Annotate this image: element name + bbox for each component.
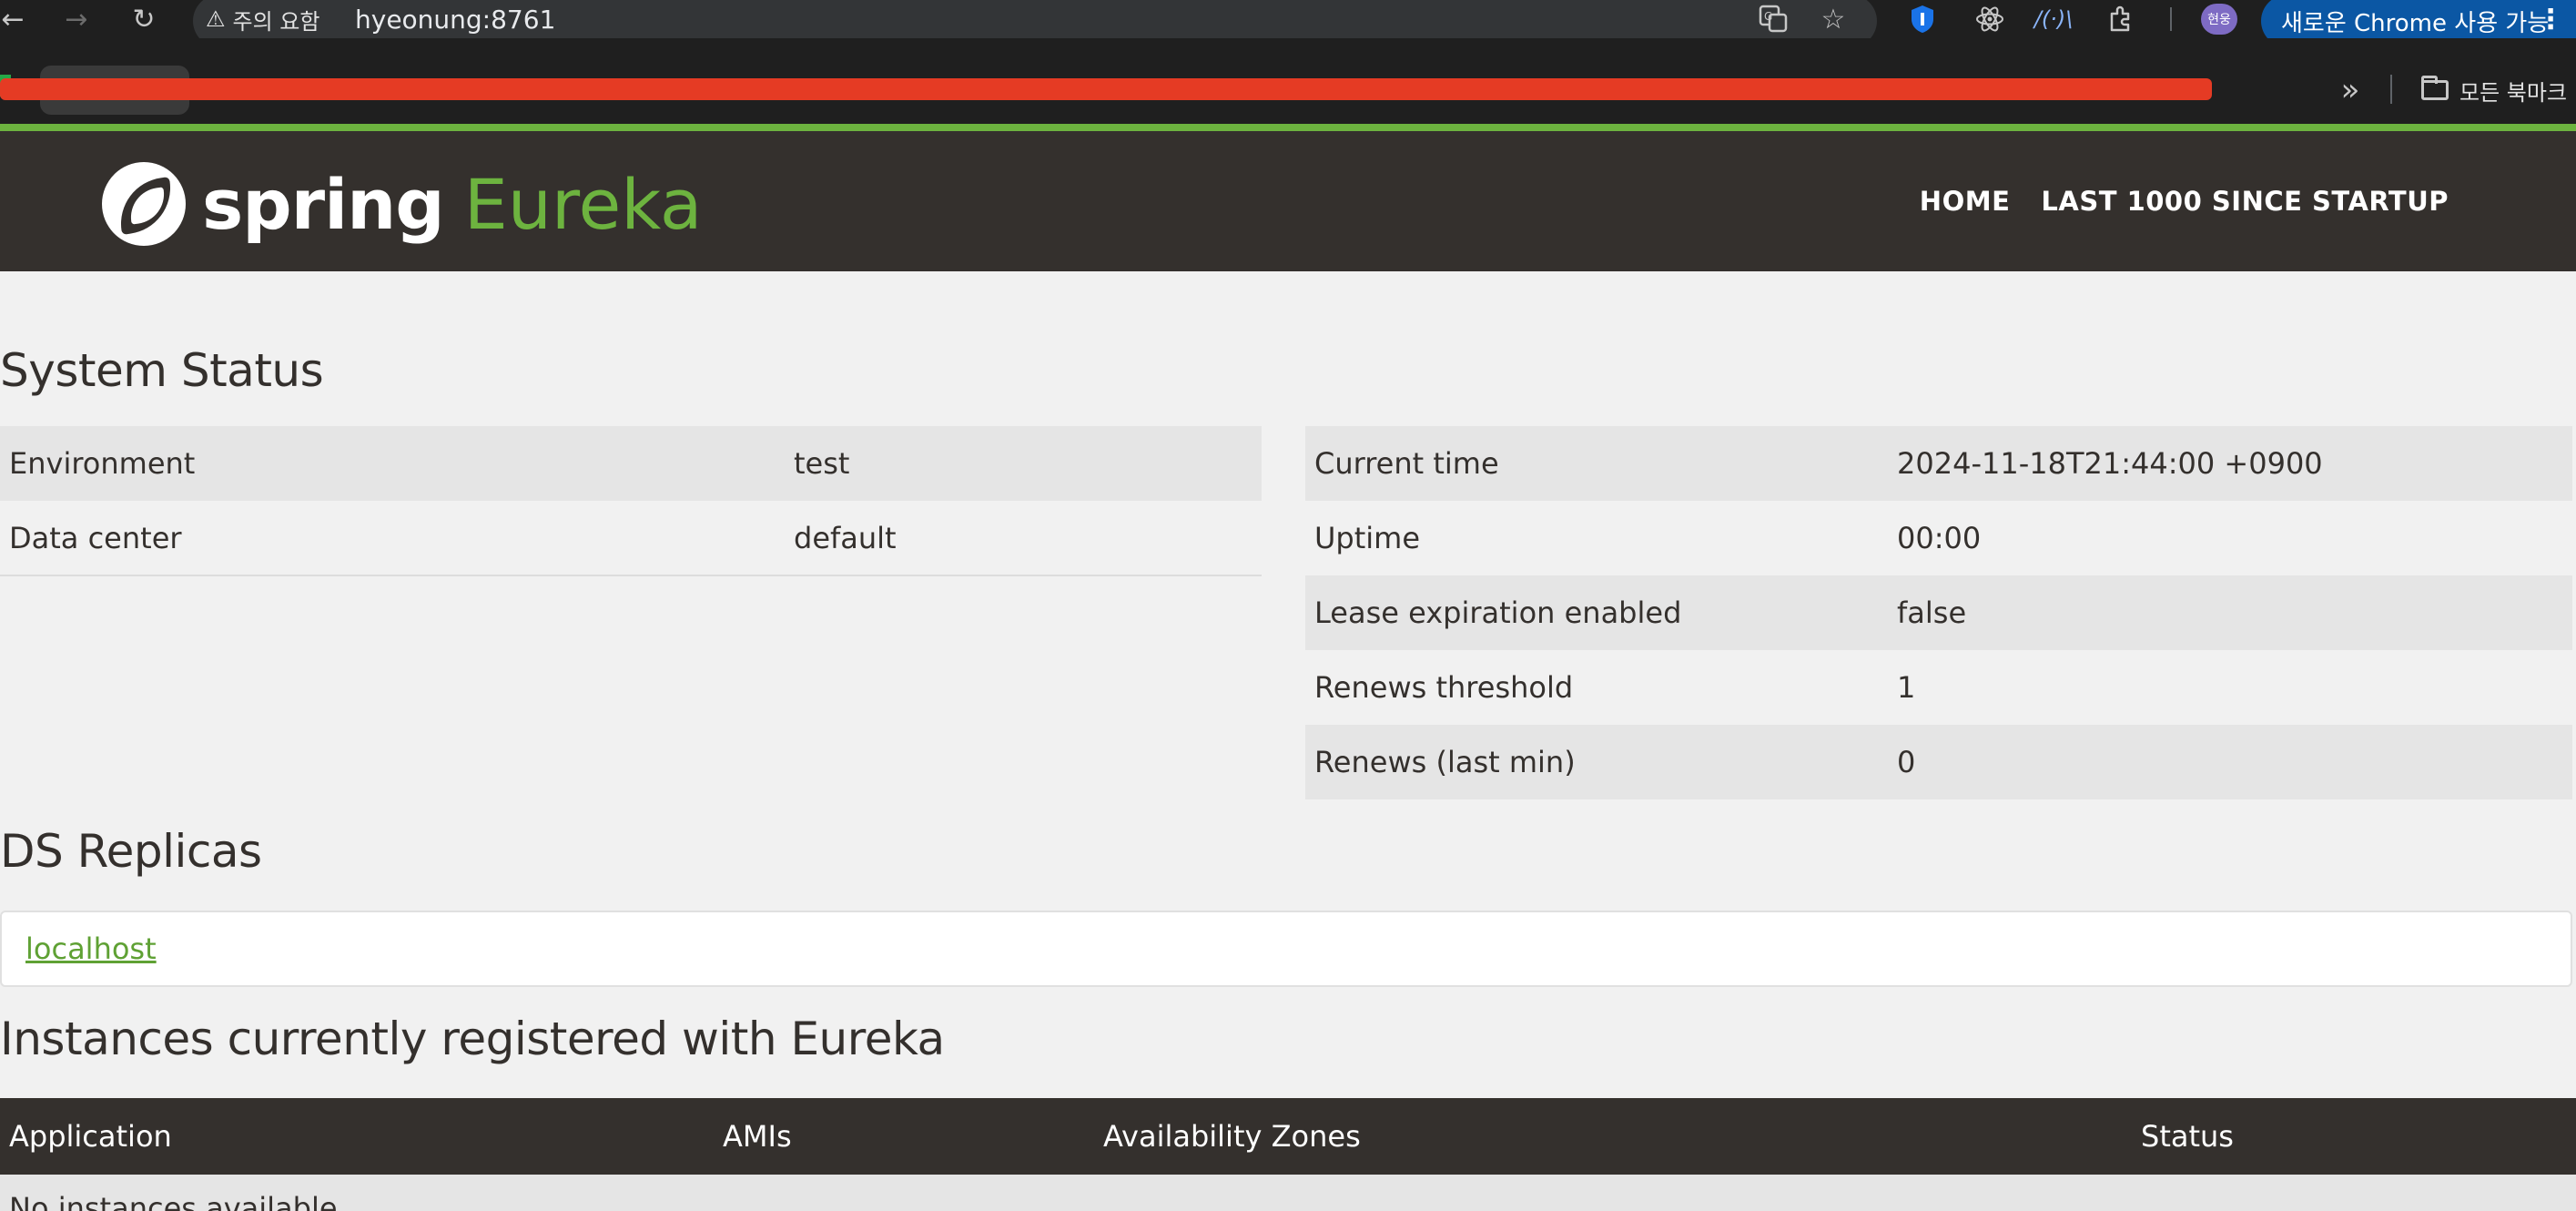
security-indicator[interactable]: ⚠ 주의 요함 [193,0,335,38]
redaction-mark [0,78,2212,100]
status-value: default [785,501,1262,576]
security-label: 주의 요함 [232,8,320,35]
table-row: Lease expiration enabled false [1305,575,2572,650]
all-bookmarks-button[interactable]: 모든 북마크 [2421,69,2567,111]
system-status-left-table: Environment test Data center default [0,426,1262,576]
chrome-menu-icon[interactable]: ⋮ [2537,0,2564,38]
logo-eureka-text: Eureka [463,163,703,245]
url-text[interactable]: hyeonung:8761 [355,0,555,38]
toolbar-divider [2170,7,2172,31]
table-row: Environment test [0,426,1262,501]
column-header-status: Status [2141,1119,2234,1154]
extensions-icon[interactable] [2101,0,2141,38]
table-row: Uptime 00:00 [1305,501,2572,575]
ds-replicas-heading: DS Replicas [0,825,262,878]
status-label: Environment [0,426,785,501]
folder-icon [2421,76,2449,100]
status-label: Current time [1305,426,1888,501]
all-bookmarks-label: 모든 북마크 [2459,79,2568,106]
table-row: Data center default [0,501,1262,576]
status-value: 2024-11-18T21:44:00 +0900 [1888,426,2572,501]
navbar-links: HOME LAST 1000 SINCE STARTUP [1920,131,2449,271]
browser-toolbar: ← → ↻ ⚠ 주의 요함 hyeonung:8761 G ☆ /(·)\ 현웅… [0,0,2576,47]
status-value: 0 [1888,725,2572,799]
system-status-right-table: Current time 2024-11-18T21:44:00 +0900 U… [1305,426,2572,799]
spring-leaf-icon [102,162,186,246]
nav-home-link[interactable]: HOME [1920,186,2011,217]
status-value: 1 [1888,650,2572,725]
status-label: Renews (last min) [1305,725,1888,799]
status-label: Renews threshold [1305,650,1888,725]
table-row: Renews (last min) 0 [1305,725,2572,799]
status-label: Data center [0,501,785,576]
status-value: test [785,426,1262,501]
status-label: Uptime [1305,501,1888,575]
instances-empty-row: No instances available [0,1175,2576,1211]
password-manager-icon[interactable] [1902,0,1942,38]
system-status-heading: System Status [0,344,324,397]
status-label: Lease expiration enabled [1305,575,1888,650]
column-header-availability-zones: Availability Zones [1103,1119,1361,1154]
eureka-navbar: spring Eureka HOME LAST 1000 SINCE START… [0,124,2576,271]
reload-icon[interactable]: ↻ [126,0,162,38]
back-icon[interactable]: ← [0,0,31,38]
instances-table-header: Application AMIs Availability Zones Stat… [0,1098,2576,1175]
column-header-amis: AMIs [723,1119,792,1154]
bookmarks-divider [2390,75,2392,104]
nav-last-1000-link[interactable]: LAST 1000 SINCE STARTUP [2041,186,2449,217]
svg-text:G: G [1764,10,1772,23]
bookmark-star-icon[interactable]: ☆ [1813,0,1853,38]
replica-link[interactable]: localhost [25,931,157,966]
bookmarks-overflow-icon[interactable]: » [2332,69,2368,111]
column-header-application: Application [9,1119,172,1154]
redux-devtools-icon[interactable]: /(·)\ [2033,0,2074,38]
profile-avatar[interactable]: 현웅 [2201,4,2237,35]
ds-replicas-list: localhost [0,911,2572,987]
logo-spring-text: spring [202,163,445,245]
status-value: 00:00 [1888,501,2572,575]
forward-icon[interactable]: → [58,0,95,38]
table-row: Renews threshold 1 [1305,650,2572,725]
status-value: false [1888,575,2572,650]
empty-message: No instances available [9,1191,338,1211]
translate-icon[interactable]: G [1753,0,1793,38]
table-row: Current time 2024-11-18T21:44:00 +0900 [1305,426,2572,501]
instances-heading: Instances currently registered with Eure… [0,1013,945,1065]
spring-eureka-logo[interactable]: spring Eureka [102,162,702,246]
react-devtools-icon[interactable] [1970,0,2010,38]
warning-icon: ⚠ [206,6,226,32]
